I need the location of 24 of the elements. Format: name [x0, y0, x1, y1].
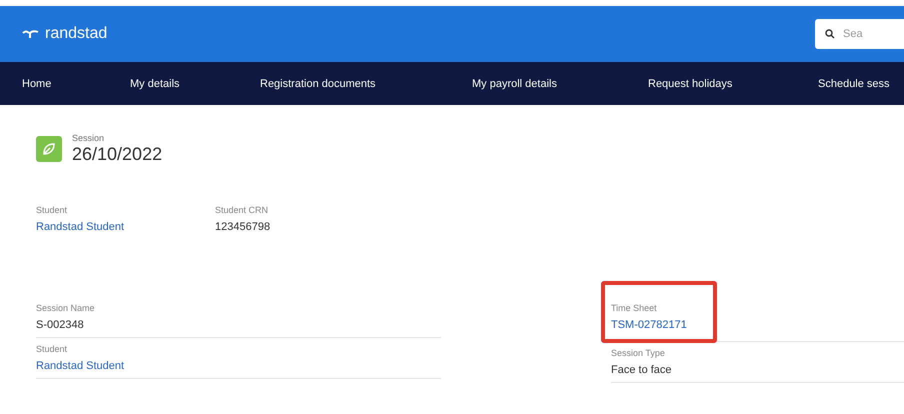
record-link[interactable]: TSM-02782171: [611, 319, 687, 331]
logo-icon: [22, 29, 40, 39]
leaf-icon: [36, 136, 62, 162]
field-label: Student: [36, 205, 68, 215]
nav-link[interactable]: Registration documents: [260, 78, 472, 90]
nav-link[interactable]: My details: [130, 78, 260, 90]
field-label: Session Name: [36, 303, 95, 313]
nav-link[interactable]: Home: [22, 78, 130, 90]
field-label: Student: [36, 344, 68, 354]
field-label: Time Sheet: [611, 303, 658, 313]
field-value: Face to face: [611, 364, 672, 376]
search-icon: [825, 29, 835, 39]
field-value: 123456798: [215, 221, 272, 233]
record-title: 26/10/2022: [72, 144, 162, 165]
record-type: Session: [72, 133, 106, 143]
record-link[interactable]: Randstad Student: [36, 221, 215, 233]
brand-name: randstad: [45, 25, 108, 43]
nav-link[interactable]: Schedule sess: [818, 78, 904, 90]
field-label: Student CRN: [215, 205, 270, 215]
nav-link[interactable]: Request holidays: [648, 78, 818, 90]
field-label: Session Type: [611, 348, 666, 358]
record-link[interactable]: Randstad Student: [36, 360, 124, 372]
nav-link[interactable]: My payroll details: [472, 78, 648, 90]
field-value: S-002348: [36, 319, 85, 331]
